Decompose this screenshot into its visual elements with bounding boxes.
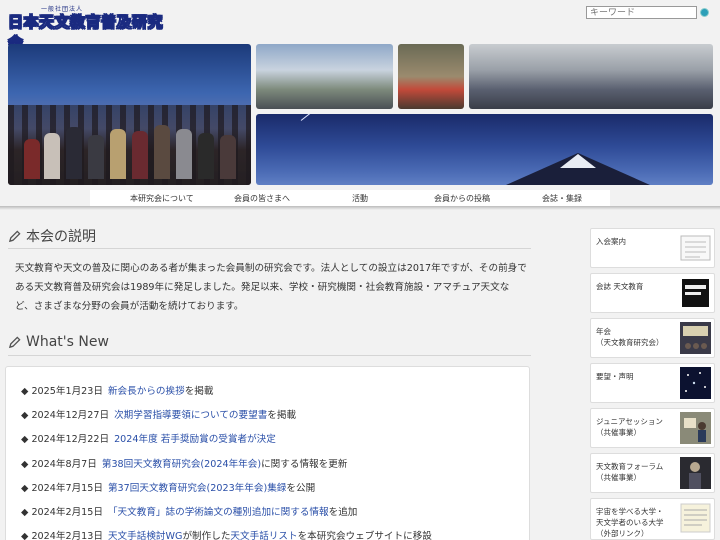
diamond-bullet-icon: ◆ bbox=[21, 434, 29, 445]
diamond-bullet-icon: ◆ bbox=[21, 507, 29, 518]
diamond-bullet-icon: ◆ bbox=[21, 386, 29, 397]
university-list-icon bbox=[680, 503, 711, 533]
sidebar-item-junior-session[interactable]: ジュニアセッション （共催事業） bbox=[590, 408, 715, 448]
journal-cover-icon bbox=[682, 279, 709, 307]
list-item: ◆ 2024年8月7日 第38回天文教育研究会(2024年年会)に関する情報を更新 bbox=[21, 456, 347, 470]
list-item: ◆ 2024年12月22日 2024年度 若手奨励賞の受賞者が決定 bbox=[21, 431, 276, 445]
meeting-photo-icon bbox=[680, 322, 711, 354]
nav-item-members[interactable]: 会員の皆さまへ bbox=[234, 193, 290, 204]
whats-new-heading: What's New bbox=[8, 334, 109, 350]
news-text: を公開 bbox=[286, 483, 316, 494]
header: 一般社団法人 日本天文教育普及研究会 bbox=[0, 0, 720, 52]
sidebar-item-journal[interactable]: 会誌 天文教育 bbox=[590, 273, 715, 313]
sidebar-item-annual-meeting[interactable]: 年会 （天文教育研究会） bbox=[590, 318, 715, 358]
banner-photo-child bbox=[398, 44, 464, 109]
sidebar-item-label: ジュニアセッション （共催事業） bbox=[596, 417, 663, 437]
news-text: を掲載 bbox=[267, 410, 297, 421]
news-link[interactable]: 第38回天文教育研究会(2024年年会) bbox=[102, 459, 261, 470]
diamond-bullet-icon: ◆ bbox=[21, 459, 29, 470]
search-input[interactable] bbox=[586, 6, 697, 19]
nav-item-posts[interactable]: 会員からの投稿 bbox=[434, 193, 490, 204]
news-date: 2025年1月23日 bbox=[31, 386, 103, 397]
site-logo[interactable]: 一般社団法人 日本天文教育普及研究会 bbox=[8, 4, 168, 52]
sidebar-item-label: 会誌 天文教育 bbox=[596, 282, 644, 291]
nav-item-about[interactable]: 本研究会について bbox=[130, 193, 194, 204]
list-item: ◆ 2024年2月15日 「天文教育」誌の学術論文の種別追加に関する情報を追加 bbox=[21, 504, 357, 518]
sidebar-item-label: 天文教育フォーラム （共催事業） bbox=[596, 462, 664, 482]
sidebar-item-membership[interactable]: 入会案内 bbox=[590, 228, 715, 268]
news-link[interactable]: 新会長からの挨拶 bbox=[108, 386, 185, 397]
sidebar-item-label: 要望・声明 bbox=[596, 372, 634, 381]
diamond-bullet-icon: ◆ bbox=[21, 410, 29, 421]
pencil-icon bbox=[8, 335, 21, 348]
news-link[interactable]: 2024年度 若手奨励賞の受賞者が決定 bbox=[114, 434, 276, 445]
search-box bbox=[586, 6, 711, 20]
meteor-streak bbox=[300, 114, 330, 121]
news-link[interactable]: 第37回天文教育研究会(2023年年会)集録 bbox=[108, 483, 286, 494]
whats-new-title: What's New bbox=[26, 334, 109, 350]
people-group bbox=[18, 109, 243, 179]
junior-session-icon bbox=[680, 412, 711, 444]
sidebar-item-forum[interactable]: 天文教育フォーラム （共催事業） bbox=[590, 453, 715, 493]
divider bbox=[8, 248, 531, 249]
news-link[interactable]: 次期学習指導要領についての要望書 bbox=[114, 410, 267, 421]
sidebar-item-label: 宇宙を学べる大学・ 天文学者のいる大学 （外部リンク） bbox=[596, 507, 664, 538]
night-sky-icon bbox=[680, 367, 711, 399]
forum-photo-icon bbox=[680, 457, 711, 489]
list-item: ◆ 2025年1月23日 新会長からの挨拶を掲載 bbox=[21, 383, 214, 397]
list-item: ◆ 2024年12月27日 次期学習指導要領についての要望書を掲載 bbox=[21, 407, 296, 421]
application-form-icon bbox=[680, 235, 711, 261]
banner-photo-mt-fuji bbox=[256, 114, 713, 185]
news-list: ◆ 2025年1月23日 新会長からの挨拶を掲載 ◆ 2024年12月27日 次期学… bbox=[5, 366, 530, 540]
divider bbox=[8, 355, 531, 356]
news-link[interactable]: 天文手話検討WG bbox=[108, 531, 182, 540]
about-heading: 本会の説明 bbox=[8, 226, 96, 246]
nav-item-activities[interactable]: 活動 bbox=[352, 193, 368, 204]
news-text: に関する情報を更新 bbox=[261, 459, 348, 470]
banner-photo-observers bbox=[8, 44, 251, 185]
nav-item-journal[interactable]: 会誌・集録 bbox=[542, 193, 582, 204]
banner-photo-crowd bbox=[469, 44, 713, 109]
nav-divider bbox=[0, 206, 720, 210]
news-date: 2024年12月22日 bbox=[31, 434, 110, 445]
news-date: 2024年2月15日 bbox=[31, 507, 103, 518]
news-date: 2024年8月7日 bbox=[31, 459, 97, 470]
news-text: を掲載 bbox=[184, 386, 214, 397]
news-link[interactable]: 「天文教育」誌の学術論文の種別追加に関する情報 bbox=[108, 507, 329, 518]
mountain-snowcap bbox=[560, 154, 596, 168]
news-date: 2024年7月15日 bbox=[31, 483, 103, 494]
pencil-icon bbox=[8, 229, 21, 242]
sidebar-item-statements[interactable]: 要望・声明 bbox=[590, 363, 715, 403]
news-date: 2024年12月27日 bbox=[31, 410, 110, 421]
sidebar-item-universities[interactable]: 宇宙を学べる大学・ 天文学者のいる大学 （外部リンク） bbox=[590, 498, 715, 540]
list-item: ◆ 2024年7月15日 第37回天文教育研究会(2023年年会)集録を公開 bbox=[21, 480, 315, 494]
news-text: を追加 bbox=[328, 507, 358, 518]
about-title: 本会の説明 bbox=[26, 229, 96, 245]
sidebar-item-label: 年会 （天文教育研究会） bbox=[596, 327, 664, 347]
news-date: 2024年2月13日 bbox=[31, 531, 103, 540]
search-icon[interactable] bbox=[700, 8, 709, 17]
news-link-secondary[interactable]: 天文手話リスト bbox=[230, 531, 297, 540]
list-item: ◆ 2024年2月13日 天文手話検討WGが制作した天文手話リストを本研究会ウェブ… bbox=[21, 528, 432, 540]
sidebar-item-label: 入会案内 bbox=[596, 237, 626, 246]
news-text: が制作した bbox=[182, 531, 231, 540]
banner-photo-telescope bbox=[256, 44, 393, 109]
about-description: 天文教育や天文の普及に関心のある者が集まった会員制の研究会です。法人としての設立… bbox=[15, 263, 527, 312]
diamond-bullet-icon: ◆ bbox=[21, 531, 29, 540]
news-text-secondary: を本研究会ウェブサイトに移設 bbox=[297, 531, 432, 540]
diamond-bullet-icon: ◆ bbox=[21, 483, 29, 494]
